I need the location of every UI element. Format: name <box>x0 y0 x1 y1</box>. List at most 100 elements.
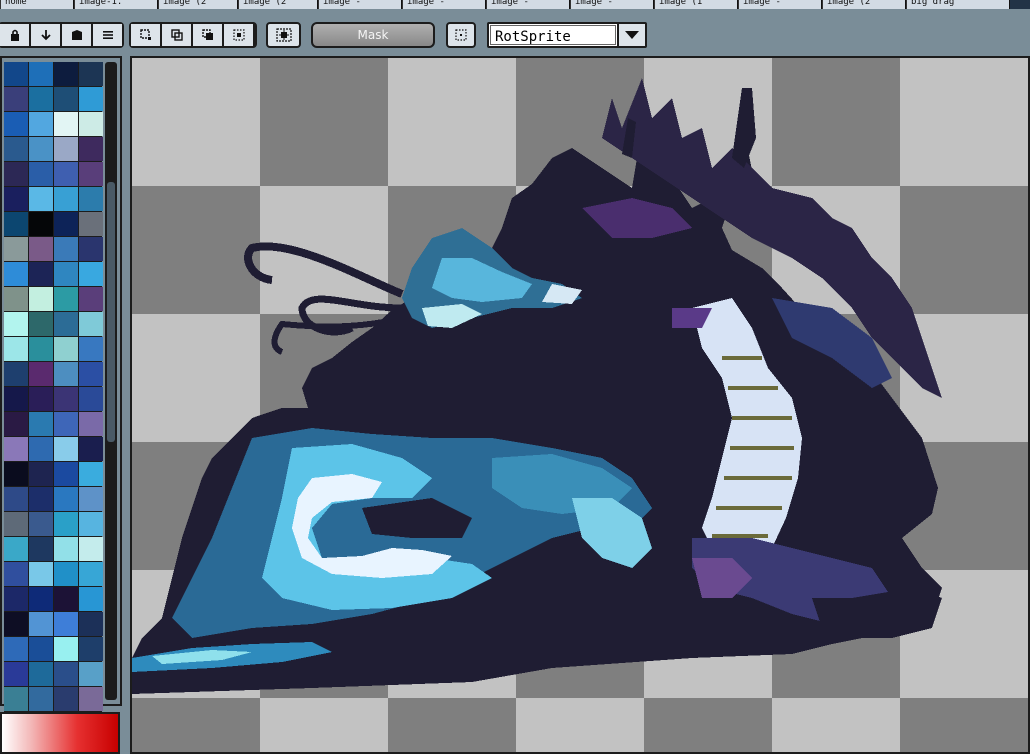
tab-big-dragon[interactable]: big drag <box>906 0 1010 9</box>
palette-swatch[interactable] <box>29 287 53 311</box>
palette-swatch[interactable] <box>4 487 28 511</box>
select-add-button[interactable] <box>162 24 191 46</box>
palette-swatch[interactable] <box>29 512 53 536</box>
palette-swatch[interactable] <box>54 487 78 511</box>
palette-swatch[interactable] <box>29 437 53 461</box>
palette-swatch[interactable] <box>29 62 53 86</box>
palette-swatch[interactable] <box>79 662 103 686</box>
palette-swatch[interactable] <box>4 237 28 261</box>
palette-swatch[interactable] <box>54 687 78 711</box>
palette-swatch[interactable] <box>4 387 28 411</box>
palette-swatch[interactable] <box>79 162 103 186</box>
palette-swatch[interactable] <box>79 612 103 636</box>
palette-swatch[interactable] <box>79 562 103 586</box>
palette-swatch[interactable] <box>29 162 53 186</box>
palette-swatch[interactable] <box>79 587 103 611</box>
menu-button[interactable] <box>93 24 122 46</box>
selection-options-button[interactable] <box>446 22 476 48</box>
palette-swatch[interactable] <box>4 212 28 236</box>
palette-swatch[interactable] <box>54 337 78 361</box>
palette-swatch[interactable] <box>79 212 103 236</box>
palette-swatch[interactable] <box>54 437 78 461</box>
tab-image-2a[interactable]: image (2 <box>158 0 238 9</box>
palette-scrollbar[interactable] <box>105 62 117 700</box>
mask-slider[interactable]: Mask <box>311 22 435 48</box>
palette-swatch[interactable] <box>4 312 28 336</box>
palette-swatch[interactable] <box>4 362 28 386</box>
palette-swatch[interactable] <box>29 462 53 486</box>
palette-swatch[interactable] <box>29 362 53 386</box>
palette-swatch[interactable] <box>54 62 78 86</box>
color-picker-gradient[interactable] <box>0 712 120 754</box>
palette-swatch[interactable] <box>4 662 28 686</box>
palette-swatch[interactable] <box>4 162 28 186</box>
palette-swatch[interactable] <box>79 387 103 411</box>
tab-home[interactable]: home <box>0 0 74 9</box>
palette-swatch[interactable] <box>4 112 28 136</box>
palette-swatch[interactable] <box>29 187 53 211</box>
palette-swatch[interactable] <box>29 237 53 261</box>
palette-swatch[interactable] <box>54 162 78 186</box>
palette-swatch[interactable] <box>54 587 78 611</box>
palette-swatch[interactable] <box>4 612 28 636</box>
palette-swatch[interactable] <box>4 187 28 211</box>
palette-swatch[interactable] <box>29 537 53 561</box>
palette-swatch[interactable] <box>54 387 78 411</box>
palette-swatch[interactable] <box>4 137 28 161</box>
palette-swatch[interactable] <box>79 512 103 536</box>
palette-swatch[interactable] <box>54 662 78 686</box>
palette-swatch[interactable] <box>4 62 28 86</box>
palette-swatch[interactable] <box>4 562 28 586</box>
palette-swatch[interactable] <box>4 687 28 711</box>
palette-swatch[interactable] <box>4 87 28 111</box>
palette-swatch[interactable] <box>79 362 103 386</box>
palette-swatch[interactable] <box>79 312 103 336</box>
tab-image-4[interactable]: image - <box>402 0 486 9</box>
palette-swatch[interactable] <box>29 487 53 511</box>
palette-swatch[interactable] <box>54 462 78 486</box>
palette-swatch[interactable] <box>29 112 53 136</box>
tab-image-9[interactable]: image (2 <box>822 0 906 9</box>
palette-swatch[interactable] <box>54 562 78 586</box>
palette-swatch[interactable] <box>54 312 78 336</box>
palette-swatch[interactable] <box>54 237 78 261</box>
palette-swatch[interactable] <box>29 262 53 286</box>
tab-image-5[interactable]: image - <box>486 0 570 9</box>
palette-swatch[interactable] <box>54 137 78 161</box>
palette-swatch[interactable] <box>29 387 53 411</box>
palette-swatch[interactable] <box>54 412 78 436</box>
layer-button[interactable] <box>62 24 91 46</box>
palette-swatch[interactable] <box>54 287 78 311</box>
tab-image-1[interactable]: image-1. <box>74 0 158 9</box>
palette-swatch[interactable] <box>4 262 28 286</box>
palette-swatch[interactable] <box>4 287 28 311</box>
lock-layer-button[interactable] <box>0 24 29 46</box>
palette-swatch[interactable] <box>4 637 28 661</box>
rotation-algorithm-select[interactable]: RotSprite <box>487 22 647 48</box>
palette-swatch[interactable] <box>79 462 103 486</box>
drawing-canvas[interactable] <box>130 56 1030 754</box>
transform-button[interactable] <box>266 22 301 48</box>
palette-swatch[interactable] <box>29 412 53 436</box>
palette-swatch[interactable] <box>79 112 103 136</box>
palette-swatch[interactable] <box>79 62 103 86</box>
palette-swatch[interactable] <box>29 87 53 111</box>
palette-swatch[interactable] <box>4 587 28 611</box>
palette-swatch[interactable] <box>29 687 53 711</box>
palette-swatch[interactable] <box>79 487 103 511</box>
tab-image-7[interactable]: image (1 <box>654 0 738 9</box>
palette-swatch[interactable] <box>29 612 53 636</box>
palette-swatch[interactable] <box>79 537 103 561</box>
palette-swatch[interactable] <box>79 287 103 311</box>
palette-swatch[interactable] <box>54 637 78 661</box>
palette-swatch[interactable] <box>54 612 78 636</box>
palette-swatch[interactable] <box>79 262 103 286</box>
tab-image-2b[interactable]: image (2 <box>238 0 318 9</box>
palette-swatch[interactable] <box>4 412 28 436</box>
palette-swatch[interactable] <box>79 412 103 436</box>
palette-swatch[interactable] <box>54 87 78 111</box>
palette-swatch[interactable] <box>4 537 28 561</box>
palette-scroll-thumb[interactable] <box>107 182 115 442</box>
select-grid-button[interactable] <box>224 24 253 46</box>
tab-image-8[interactable]: image - <box>738 0 822 9</box>
